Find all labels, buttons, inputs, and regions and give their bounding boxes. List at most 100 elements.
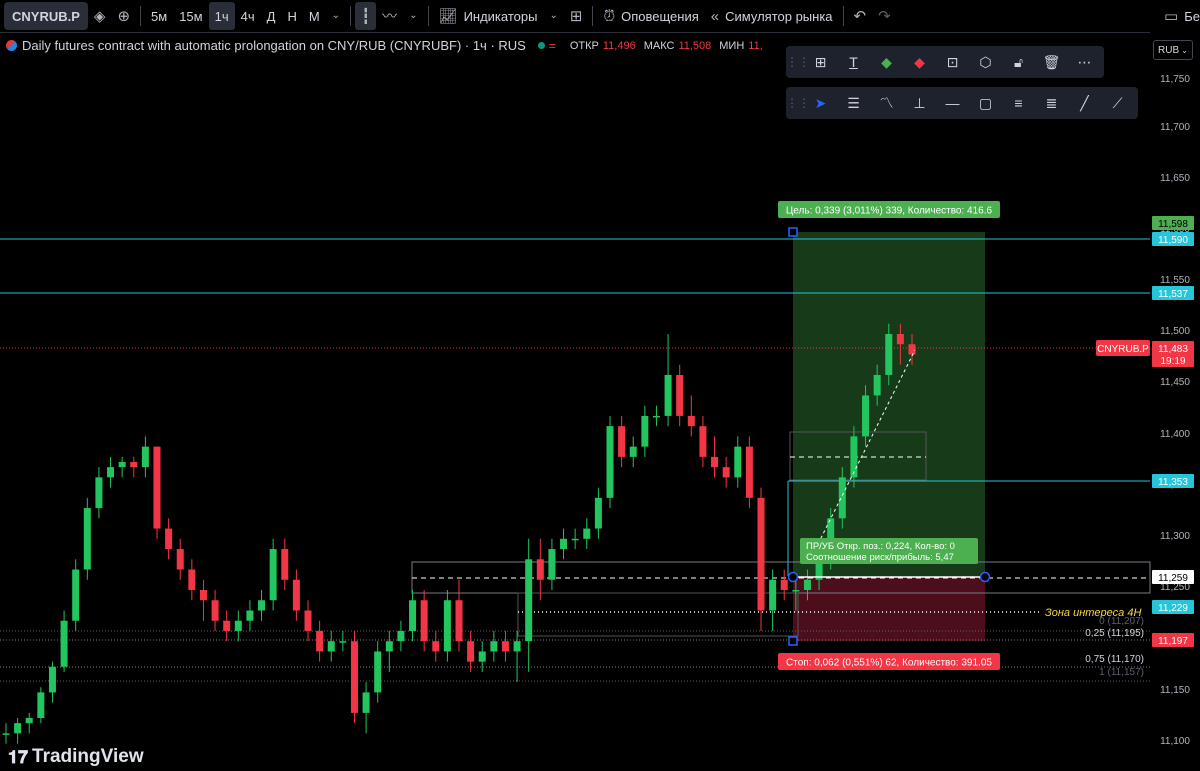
drag-handle-icon[interactable]: ⋮⋮ [786,96,810,110]
axis-price-label: 11,259 [1158,573,1188,584]
candle-body [141,446,149,468]
candle-body [292,579,300,611]
trash-icon[interactable]: 🗑︎ [1035,48,1068,76]
tf-day[interactable]: Д [261,2,282,30]
candle-body [722,467,730,478]
candle-body [25,718,33,724]
candle-body [455,600,463,642]
target-handle[interactable] [788,227,798,237]
axis-price-label: 11,598 [1158,219,1188,230]
candle-body [176,549,184,570]
axis-price-label: 11,537 [1158,289,1188,300]
replay-button[interactable]: « Симулятор рынка [705,2,839,30]
drawing-properties-toolbar: ⋮⋮ ⊞ T ◆ ◆ ⊡ ⬡ 🔓︎ 🗑︎ ⋯ [786,46,1104,78]
stop-handle[interactable] [788,636,798,646]
pnl-info-line2: Соотношение риск/прибыль: 5,47 [806,552,954,563]
cursor-icon[interactable]: ➤ [804,89,837,117]
fib-channel-icon[interactable]: ≣ [1035,89,1068,117]
candle-body [862,395,870,437]
target-label: Цель: 0,339 (3,011%) 339, Количество: 41… [786,206,993,217]
indicators-button[interactable]: 📈︎ Индикаторы [433,2,544,30]
lock-icon[interactable]: 🔓︎ [1002,48,1035,76]
price-tick-label: 11,300 [1160,531,1190,542]
symbol-badge-icon[interactable]: ◈ [88,2,112,30]
compare-add-icon[interactable]: ⊕ [111,2,136,30]
price-chart[interactable]: Цель: 0,339 (3,011%) 339, Количество: 41… [0,32,1200,771]
line-chart-icon[interactable]: 〰 [376,2,403,30]
ohlc-values: ОТКР 11,496 МАКС 11,508 МИН 11, [570,40,763,52]
candle-body [606,426,614,498]
rectangle-icon[interactable]: ▢ [969,89,1002,117]
candle-body [374,651,382,693]
candle-body [780,579,788,590]
candle-body [745,446,753,498]
tradingview-logo-icon: 𝟏𝟕 [8,746,29,767]
fib-label-075: 0,75 (11,170) [1085,654,1144,665]
candle-body [594,497,602,529]
timeframe-dropdown-icon[interactable]: ⌄ [326,2,346,30]
horizontal-line-icon[interactable]: — [936,89,969,117]
text-tool-icon[interactable]: T [837,48,870,76]
axis-price-label: 11,197 [1158,636,1188,647]
vertical-line-icon[interactable]: ⊥ [903,89,936,117]
fill-color-icon[interactable]: ◆ [870,48,903,76]
symbol-price-tag: CNYRUB.P [1097,344,1149,355]
alerts-button[interactable]: ⏰︎ Оповещения [597,2,704,30]
candle-body [525,559,533,642]
ray-icon[interactable]: ⟋ [1101,89,1134,117]
redo-icon[interactable]: ↷ [872,2,897,30]
chart-type-dropdown-icon[interactable]: ⌄ [403,2,423,30]
templates-icon[interactable]: ⊞ [804,48,837,76]
drag-handle-icon[interactable]: ⋮⋮ [786,55,810,69]
fib-retracement-icon[interactable]: ☰ [837,89,870,117]
legend-title[interactable]: Daily futures contract with automatic pr… [22,38,526,53]
currency-button[interactable]: RUB ⌄ [1153,40,1193,60]
open-value: 11,496 [602,39,636,52]
layout-grid-icon[interactable]: ⊞ [564,2,589,30]
price-axis-bg [1150,32,1200,771]
more-icon[interactable]: ⋯ [1068,48,1101,76]
legend-equals-icon: = [548,38,556,53]
save-layout-button[interactable]: ▭ Бе [1158,2,1200,30]
chevron-down-icon: ⌄ [1181,45,1188,55]
entry-handle-right[interactable] [979,571,991,583]
price-tick-label: 11,500 [1160,326,1190,337]
candle-body [676,374,684,416]
tf-month[interactable]: М [303,2,326,30]
fib-box[interactable] [517,592,799,637]
candle-body [130,462,138,468]
tf-15m-label: 15м [179,8,203,24]
candles-icon[interactable]: ┇ [355,2,377,30]
tf-week[interactable]: Н [281,2,302,30]
candle-body [652,415,660,418]
settings-icon[interactable]: ⬡ [969,48,1002,76]
stroke-color-icon[interactable]: ◆ [903,48,936,76]
candle-body [95,477,103,509]
entry-handle-left[interactable] [787,571,799,583]
high-label: МАКС [643,39,675,52]
candle-body [165,528,173,550]
high-value: 11,508 [678,39,712,52]
indicators-dropdown-icon[interactable]: ⌄ [543,2,563,30]
tf-15m[interactable]: 15м [173,2,208,30]
undo-icon[interactable]: ↶ [848,2,873,30]
candle-body [258,600,266,611]
candle-body [641,415,649,447]
tf-4h[interactable]: 4ч [235,2,261,30]
price-tick-label: 11,700 [1160,122,1190,133]
trend-pattern-icon[interactable]: 〽 [870,89,903,117]
trend-line-icon[interactable]: ╱ [1068,89,1101,117]
parallel-channel-icon[interactable]: ≡ [1002,89,1035,117]
symbol-flag-icon [6,40,17,51]
tf-1h[interactable]: 1ч [208,2,235,30]
tf-5m[interactable]: 5м [145,2,173,30]
candle-body [618,426,626,457]
currency-label: RUB [1158,44,1180,56]
add-alert-icon[interactable]: ⊡ [936,48,969,76]
low-label: МИН [719,39,745,52]
symbol-search-button[interactable]: CNYRUB.P [4,2,88,30]
candle-body [420,600,428,642]
candle-body [72,569,80,621]
market-status-icon [537,42,545,49]
divider [842,6,844,26]
